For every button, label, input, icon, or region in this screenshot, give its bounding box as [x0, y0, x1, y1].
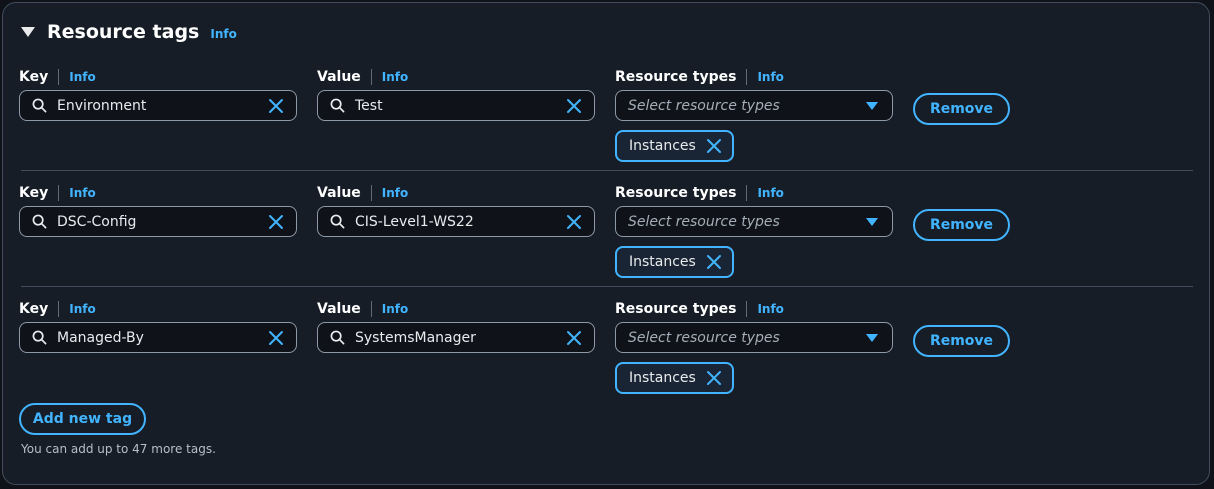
value-input-value: Test [355, 97, 383, 114]
clear-icon[interactable] [268, 330, 284, 346]
label-separator [58, 69, 60, 85]
value-info-link[interactable]: Info [382, 70, 408, 84]
label-separator [746, 301, 748, 317]
search-icon [330, 330, 345, 345]
resource-types-placeholder: Select resource types [628, 97, 780, 114]
section-title: Resource tags [47, 21, 200, 43]
key-label: Key [19, 185, 49, 201]
resource-types-label-group: Resource types Info [615, 301, 784, 317]
clear-icon[interactable] [566, 330, 582, 346]
section-header[interactable]: Resource tags Info [21, 21, 237, 43]
key-label: Key [19, 301, 49, 317]
token-label: Instances [629, 138, 696, 154]
label-separator [746, 69, 748, 85]
search-icon [330, 98, 345, 113]
resource-types-placeholder: Select resource types [628, 213, 780, 230]
value-info-link[interactable]: Info [382, 302, 408, 316]
key-info-link[interactable]: Info [69, 186, 95, 200]
remove-button[interactable]: Remove [913, 325, 1010, 357]
key-label-group: Key Info [19, 301, 96, 317]
key-input-value: Environment [57, 97, 147, 114]
key-label: Key [19, 69, 49, 85]
key-input-value: Managed-By [57, 329, 144, 346]
token-label: Instances [629, 370, 696, 386]
label-separator [58, 301, 60, 317]
value-label-group: Value Info [317, 185, 408, 201]
resource-types-select[interactable]: Select resource types [615, 90, 893, 121]
resource-types-label: Resource types [615, 69, 737, 85]
clear-icon[interactable] [268, 214, 284, 230]
tag-row: Key Info Value Info Resource types Info … [3, 181, 1211, 291]
value-label: Value [317, 185, 361, 201]
dropdown-caret-icon [866, 333, 878, 342]
label-separator [746, 185, 748, 201]
value-input-value: SystemsManager [355, 329, 476, 346]
resource-types-label-group: Resource types Info [615, 69, 784, 85]
value-label-group: Value Info [317, 69, 408, 85]
value-input[interactable]: Test [317, 90, 595, 121]
value-input-value: CIS-Level1-WS22 [355, 213, 474, 230]
value-label: Value [317, 69, 361, 85]
value-label-group: Value Info [317, 301, 408, 317]
dismiss-icon[interactable] [706, 370, 722, 386]
clear-icon[interactable] [566, 98, 582, 114]
dismiss-icon[interactable] [706, 254, 722, 270]
key-label-group: Key Info [19, 69, 96, 85]
resource-tags-panel: Resource tags Info Key Info Value Info R… [2, 2, 1210, 485]
clear-icon[interactable] [566, 214, 582, 230]
add-new-tag-button[interactable]: Add new tag [19, 403, 146, 435]
remove-button[interactable]: Remove [913, 93, 1010, 125]
resource-types-label: Resource types [615, 301, 737, 317]
row-divider [21, 170, 1193, 171]
resource-types-info-link[interactable]: Info [757, 186, 783, 200]
section-info-link[interactable]: Info [210, 27, 236, 41]
search-icon [330, 214, 345, 229]
label-separator [58, 185, 60, 201]
dropdown-caret-icon [866, 101, 878, 110]
dismiss-icon[interactable] [706, 138, 722, 154]
value-input[interactable]: SystemsManager [317, 322, 595, 353]
search-icon [32, 98, 47, 113]
search-icon [32, 330, 47, 345]
resource-type-token: Instances [615, 362, 734, 394]
value-input[interactable]: CIS-Level1-WS22 [317, 206, 595, 237]
tags-remaining-hint: You can add up to 47 more tags. [21, 442, 216, 456]
tag-row: Key Info Value Info Resource types Info … [3, 297, 1211, 407]
value-info-link[interactable]: Info [382, 186, 408, 200]
resource-types-select[interactable]: Select resource types [615, 206, 893, 237]
resource-type-token: Instances [615, 246, 734, 278]
label-separator [370, 185, 372, 201]
token-label: Instances [629, 254, 696, 270]
resource-types-select[interactable]: Select resource types [615, 322, 893, 353]
clear-icon[interactable] [268, 98, 284, 114]
caret-down-icon[interactable] [21, 27, 35, 37]
key-input[interactable]: Managed-By [19, 322, 297, 353]
resource-type-token: Instances [615, 130, 734, 162]
key-info-link[interactable]: Info [69, 70, 95, 84]
row-divider [21, 286, 1193, 287]
resource-types-info-link[interactable]: Info [757, 302, 783, 316]
resource-types-placeholder: Select resource types [628, 329, 780, 346]
resource-types-label: Resource types [615, 185, 737, 201]
resource-types-label-group: Resource types Info [615, 185, 784, 201]
dropdown-caret-icon [866, 217, 878, 226]
key-label-group: Key Info [19, 185, 96, 201]
remove-button[interactable]: Remove [913, 209, 1010, 241]
key-input-value: DSC-Config [57, 213, 137, 230]
tag-row: Key Info Value Info Resource types Info … [3, 65, 1211, 175]
value-label: Value [317, 301, 361, 317]
key-input[interactable]: Environment [19, 90, 297, 121]
label-separator [370, 69, 372, 85]
search-icon [32, 214, 47, 229]
key-input[interactable]: DSC-Config [19, 206, 297, 237]
resource-types-info-link[interactable]: Info [757, 70, 783, 84]
label-separator [370, 301, 372, 317]
key-info-link[interactable]: Info [69, 302, 95, 316]
